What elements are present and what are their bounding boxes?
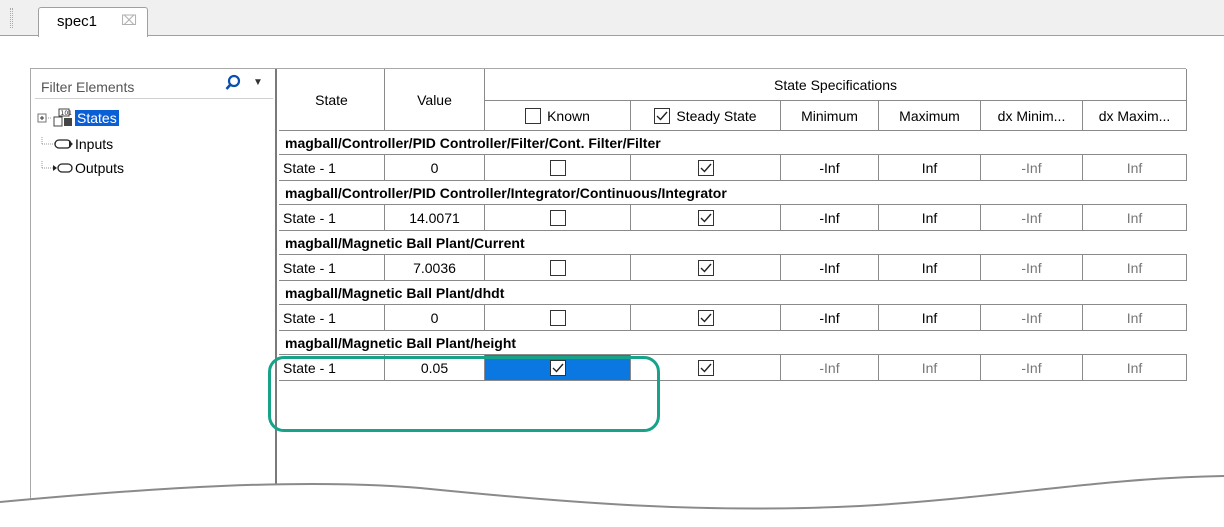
checkbox-unchecked[interactable] (549, 309, 566, 326)
checkbox-unchecked[interactable] (549, 259, 566, 276)
cell-steady-state[interactable] (631, 155, 781, 181)
states-icon: 101 (53, 108, 73, 127)
steady-header-checkbox[interactable] (654, 107, 671, 124)
cell-value[interactable]: 0 (385, 155, 485, 181)
input-port-icon (41, 137, 73, 149)
cell-dx-maximum[interactable]: Inf (1083, 205, 1187, 231)
cell-value[interactable]: 14.0071 (385, 205, 485, 231)
cell-known[interactable] (485, 255, 631, 281)
known-header-checkbox[interactable] (525, 107, 542, 124)
cell-minimum[interactable]: -Inf (781, 255, 879, 281)
cell-dx-maximum[interactable]: Inf (1083, 355, 1187, 381)
tab-bar: spec1 ⌧ (0, 0, 1224, 37)
output-port-icon (41, 161, 73, 173)
cell-maximum[interactable]: Inf (879, 355, 981, 381)
cell-known[interactable] (485, 205, 631, 231)
block-path-row: magball/Controller/PID Controller/Filter… (279, 131, 1187, 155)
tree-item-outputs[interactable]: Outputs (37, 157, 267, 179)
cell-maximum[interactable]: Inf (879, 205, 981, 231)
col-header-known[interactable]: Known (485, 101, 631, 131)
block-path-row: magball/Magnetic Ball Plant/height (279, 331, 1187, 355)
cell-maximum[interactable]: Inf (879, 155, 981, 181)
svg-text:101: 101 (61, 110, 73, 117)
col-header-steady-label: Steady State (676, 107, 757, 124)
col-header-maximum[interactable]: Maximum (879, 101, 981, 131)
block-path-row: magball/Magnetic Ball Plant/dhdt (279, 281, 1187, 305)
cell-minimum[interactable]: -Inf (781, 305, 879, 331)
cell-value[interactable]: 7.0036 (385, 255, 485, 281)
cell-dx-minimum[interactable]: -Inf (981, 155, 1083, 181)
cell-maximum[interactable]: Inf (879, 255, 981, 281)
cell-state[interactable]: State - 1 (279, 305, 385, 331)
cell-state[interactable]: State - 1 (279, 155, 385, 181)
cell-dx-minimum[interactable]: -Inf (981, 305, 1083, 331)
checkbox-unchecked[interactable] (549, 159, 566, 176)
col-header-steady-state[interactable]: Steady State (631, 101, 781, 131)
col-header-dx-minimum[interactable]: dx Minim... (981, 101, 1083, 131)
cell-dx-minimum[interactable]: -Inf (981, 255, 1083, 281)
cell-minimum[interactable]: -Inf (781, 355, 879, 381)
element-tree: Filter Elements ▼ 101 States Inputs Outp… (31, 69, 277, 509)
tab-spec1[interactable]: spec1 ⌧ (38, 7, 148, 37)
cell-state[interactable]: State - 1 (279, 255, 385, 281)
checkbox-checked[interactable] (697, 159, 714, 176)
cell-value[interactable]: 0 (385, 305, 485, 331)
col-header-known-label: Known (547, 107, 590, 124)
highlight-ring (268, 356, 660, 432)
drag-grip[interactable] (10, 8, 13, 28)
col-header-minimum[interactable]: Minimum (781, 101, 879, 131)
cell-state[interactable]: State - 1 (279, 205, 385, 231)
chevron-down-icon[interactable]: ▼ (253, 77, 263, 88)
tree-item-label: Inputs (75, 136, 114, 152)
col-header-state[interactable]: State (279, 69, 385, 131)
cell-steady-state[interactable] (631, 205, 781, 231)
cell-known[interactable] (485, 155, 631, 181)
cell-dx-minimum[interactable]: -Inf (981, 205, 1083, 231)
checkbox-checked[interactable] (697, 309, 714, 326)
spec-panel: Filter Elements ▼ 101 States Inputs Outp… (30, 68, 1187, 509)
torn-edge (0, 475, 1224, 527)
col-group-state-specifications: State Specifications (485, 69, 1187, 101)
filter-placeholder: Filter Elements (41, 79, 135, 95)
cell-minimum[interactable]: -Inf (781, 205, 879, 231)
block-path-row: magball/Controller/PID Controller/Integr… (279, 181, 1187, 205)
state-spec-table: State Value State Specifications Known S… (279, 69, 1187, 509)
cell-minimum[interactable]: -Inf (781, 155, 879, 181)
checkbox-unchecked[interactable] (549, 209, 566, 226)
tree-item-inputs[interactable]: Inputs (37, 133, 267, 155)
search-icon[interactable] (225, 74, 241, 95)
cell-known[interactable] (485, 305, 631, 331)
cell-steady-state[interactable] (631, 305, 781, 331)
col-header-dx-maximum[interactable]: dx Maxim... (1083, 101, 1187, 131)
checkbox-checked[interactable] (697, 259, 714, 276)
filter-elements-input[interactable]: Filter Elements ▼ (35, 73, 273, 99)
cell-dx-minimum[interactable]: -Inf (981, 355, 1083, 381)
cell-maximum[interactable]: Inf (879, 305, 981, 331)
tree-item-label: Outputs (75, 160, 125, 176)
cell-dx-maximum[interactable]: Inf (1083, 305, 1187, 331)
tab-label: spec1 (57, 13, 98, 30)
close-icon[interactable]: ⌧ (121, 12, 137, 29)
checkbox-checked[interactable] (697, 359, 714, 376)
tree-item-states[interactable]: 101 States (37, 107, 267, 129)
block-path-row: magball/Magnetic Ball Plant/Current (279, 231, 1187, 255)
col-header-value[interactable]: Value (385, 69, 485, 131)
cell-dx-maximum[interactable]: Inf (1083, 155, 1187, 181)
cell-steady-state[interactable] (631, 255, 781, 281)
tree-item-label: States (75, 110, 119, 126)
checkbox-checked[interactable] (697, 209, 714, 226)
cell-dx-maximum[interactable]: Inf (1083, 255, 1187, 281)
